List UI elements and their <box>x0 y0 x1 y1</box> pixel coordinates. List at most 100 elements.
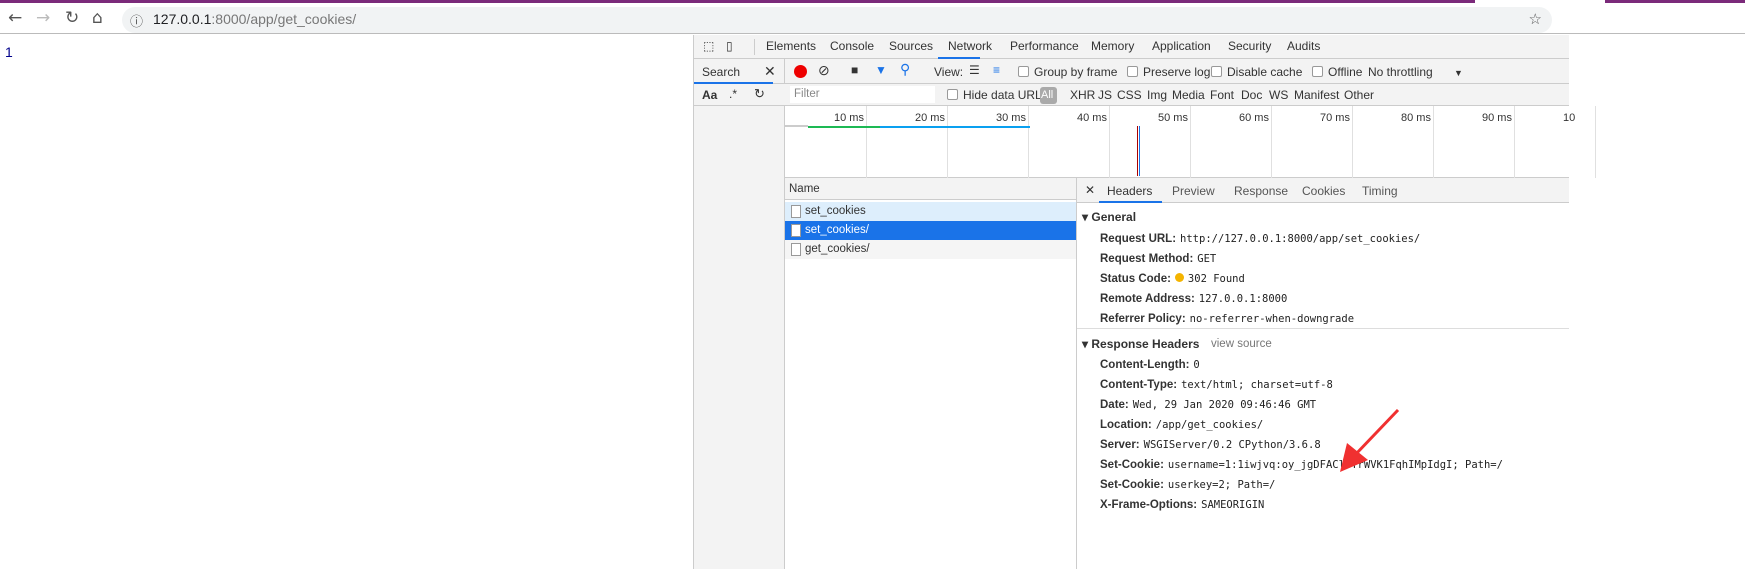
url-host: 127.0.0.1 <box>153 11 212 27</box>
forward-icon[interactable]: → <box>36 8 50 28</box>
tab-sources[interactable]: Sources <box>889 39 933 53</box>
timeline-gridline <box>1514 106 1515 178</box>
group-by-frame-checkbox[interactable]: Group by frame <box>1018 65 1117 79</box>
detail-tab-timing[interactable]: Timing <box>1362 184 1398 198</box>
home-icon[interactable]: ⌂ <box>92 8 103 28</box>
request-row[interactable]: set_cookies/ <box>785 221 1076 240</box>
header-row: Content-Length: 0 <box>1100 359 1200 371</box>
type-filter-doc[interactable]: Doc <box>1241 88 1262 102</box>
devtools-panel: ⬚ ▯ Elements Console Sources Network Per… <box>693 35 1596 569</box>
detail-tab-headers[interactable]: Headers <box>1107 184 1152 198</box>
refresh-search-icon[interactable]: ↻ <box>754 86 765 102</box>
browser-toolbar: ← → ↻ ⌂ ⓘ 127.0.0.1:8000/app/get_cookies… <box>0 3 1745 34</box>
detail-tab-cookies[interactable]: Cookies <box>1302 184 1345 198</box>
filter-input[interactable]: Filter <box>790 86 935 103</box>
timeline-bar <box>785 125 808 127</box>
domcontentloaded-marker <box>1139 126 1140 176</box>
header-row: Request Method: GET <box>1100 253 1216 265</box>
inspect-icon[interactable]: ⬚ <box>703 39 714 53</box>
view-source-link[interactable]: view source <box>1211 338 1272 350</box>
header-key: Date: <box>1100 399 1129 411</box>
tab-security[interactable]: Security <box>1228 39 1271 53</box>
header-key: Remote Address: <box>1100 293 1195 305</box>
timeline-gridline <box>1433 106 1434 178</box>
type-filter-xhr[interactable]: XHR <box>1070 88 1095 102</box>
back-icon[interactable]: ← <box>8 8 22 28</box>
type-filter-media[interactable]: Media <box>1172 88 1205 102</box>
request-name: set_cookies/ <box>805 224 869 236</box>
close-details-icon[interactable]: ✕ <box>1085 183 1095 197</box>
large-rows-icon[interactable]: ☰ <box>969 63 980 77</box>
document-icon <box>791 224 801 237</box>
type-filter-all[interactable]: All <box>1040 87 1057 104</box>
header-key: Referrer Policy: <box>1100 313 1186 325</box>
header-value: userkey=2; Path=/ <box>1167 479 1276 491</box>
request-name: get_cookies/ <box>805 243 870 255</box>
header-key: X-Frame-Options: <box>1100 499 1198 511</box>
tab-audits[interactable]: Audits <box>1287 39 1320 53</box>
offline-checkbox[interactable]: Offline <box>1312 65 1362 79</box>
network-overview[interactable]: 10 ms 20 ms 30 ms 40 ms 50 ms 60 ms 70 ms 80 ms… <box>785 106 1596 178</box>
info-icon[interactable]: ⓘ <box>130 11 143 30</box>
search-tab[interactable]: Search <box>702 65 740 79</box>
regex-button[interactable]: .* <box>729 87 737 101</box>
timeline-bar <box>880 126 1030 128</box>
request-row[interactable]: set_cookies <box>785 202 1076 221</box>
star-icon[interactable]: ☆ <box>1529 10 1542 28</box>
type-filter-manifest[interactable]: Manifest <box>1294 88 1339 102</box>
timeline-tick: 10 <box>1563 112 1576 124</box>
type-filter-css[interactable]: CSS <box>1117 88 1142 102</box>
hide-data-urls-checkbox[interactable]: Hide data URLs <box>947 88 1048 102</box>
type-filter-img[interactable]: Img <box>1147 88 1167 102</box>
record-icon[interactable] <box>794 65 807 78</box>
address-bar[interactable]: ⓘ 127.0.0.1:8000/app/get_cookies/ ☆ <box>122 7 1552 33</box>
device-toolbar-icon[interactable]: ▯ <box>726 39 733 53</box>
tab-application[interactable]: Application <box>1152 39 1211 53</box>
screenshot-icon[interactable]: ■ <box>851 63 858 77</box>
tab-console[interactable]: Console <box>830 39 874 53</box>
timeline-gridline <box>1271 106 1272 178</box>
header-key: Request URL: <box>1100 233 1177 245</box>
tab-memory[interactable]: Memory <box>1091 39 1134 53</box>
header-value: no-referrer-when-downgrade <box>1189 313 1355 325</box>
header-value: 302 Found <box>1187 273 1245 285</box>
general-section-toggle[interactable]: ▾ General <box>1082 210 1136 224</box>
url-text[interactable]: 127.0.0.1:8000/app/get_cookies/ <box>153 11 356 27</box>
header-row: Referrer Policy: no-referrer-when-downgra… <box>1100 313 1354 325</box>
timeline-gridline <box>866 106 867 178</box>
tab-performance[interactable]: Performance <box>1010 39 1079 53</box>
tab-elements[interactable]: Elements <box>766 39 816 53</box>
response-headers-toggle[interactable]: ▾ Response Headers <box>1082 337 1199 351</box>
header-key: Set-Cookie: <box>1100 459 1164 471</box>
detail-tab-response[interactable]: Response <box>1234 184 1288 198</box>
type-filter-js[interactable]: JS <box>1098 88 1112 102</box>
status-dot-icon <box>1174 273 1184 282</box>
throttling-select[interactable]: No throttling ▼ <box>1368 65 1463 79</box>
disable-cache-label: Disable cache <box>1227 65 1303 79</box>
request-details: ✕ Headers Preview Response Cookies Timin… <box>1077 178 1569 569</box>
reload-icon[interactable]: ↻ <box>65 8 79 28</box>
header-value: 127.0.0.1:8000 <box>1198 293 1288 305</box>
close-search-icon[interactable]: ✕ <box>764 63 776 80</box>
header-value: text/html; charset=utf-8 <box>1181 379 1333 391</box>
disable-cache-checkbox[interactable]: Disable cache <box>1211 65 1302 79</box>
waterfall-icon[interactable]: ≡ <box>993 63 1000 77</box>
name-column-header[interactable]: Name <box>785 178 1076 200</box>
timeline-gridline <box>1190 106 1191 178</box>
header-row: Request URL: http://127.0.0.1:8000/app/se… <box>1100 233 1420 245</box>
header-value: WSGIServer/0.2 CPython/3.6.8 <box>1143 439 1321 451</box>
match-case-button[interactable]: Aa <box>702 88 717 102</box>
request-row[interactable]: get_cookies/ <box>785 240 1076 259</box>
header-key: Status Code: <box>1100 273 1171 285</box>
detail-tab-preview[interactable]: Preview <box>1172 184 1215 198</box>
tab-network[interactable]: Network <box>948 39 992 53</box>
header-key: Content-Length: <box>1100 359 1190 371</box>
type-filter-font[interactable]: Font <box>1210 88 1234 102</box>
preserve-log-checkbox[interactable]: Preserve log <box>1127 65 1210 79</box>
filter-icon[interactable]: ▼ <box>875 63 887 77</box>
type-filter-ws[interactable]: WS <box>1269 88 1288 102</box>
search-icon[interactable]: ⚲ <box>900 61 910 78</box>
timeline-tick: 80 ms <box>1401 112 1431 124</box>
clear-icon[interactable]: ⊘ <box>818 62 830 79</box>
type-filter-other[interactable]: Other <box>1344 88 1374 102</box>
